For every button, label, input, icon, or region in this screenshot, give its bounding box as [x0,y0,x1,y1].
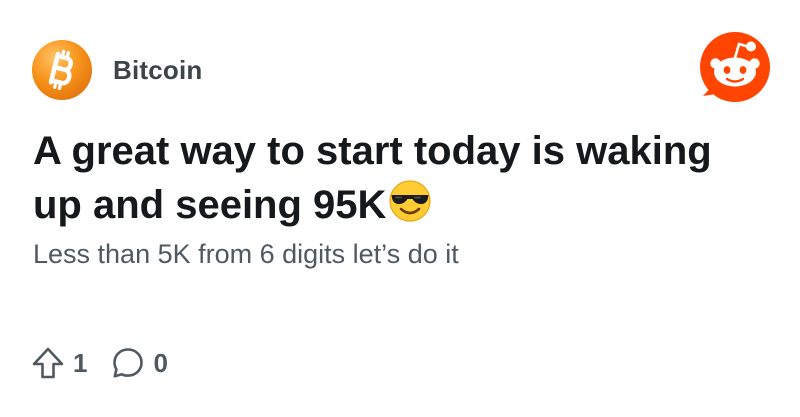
comment-count: 0 [153,347,168,378]
comment-bubble-icon[interactable] [111,346,145,380]
comment-button[interactable]: 0 [111,346,168,380]
community-header[interactable]: Bitcoin [31,38,203,102]
bitcoin-icon[interactable] [31,39,93,101]
post-actions: 1 0 [31,343,168,383]
upvote-count: 1 [73,347,88,378]
post-card: Bitcoin A great way to start today is wa… [0,0,800,417]
upvote-arrow-icon[interactable] [31,346,65,380]
post-title-text: A great way to start today is waking up … [33,129,712,227]
reddit-logo-icon [700,32,770,102]
community-name[interactable]: Bitcoin [113,55,203,86]
upvote-button[interactable]: 1 [31,346,87,380]
post-body: Less than 5K from 6 digits let’s do it [33,239,459,269]
smiling-face-with-sunglasses-icon [389,180,432,222]
post-title[interactable]: A great way to start today is waking up … [33,124,753,232]
